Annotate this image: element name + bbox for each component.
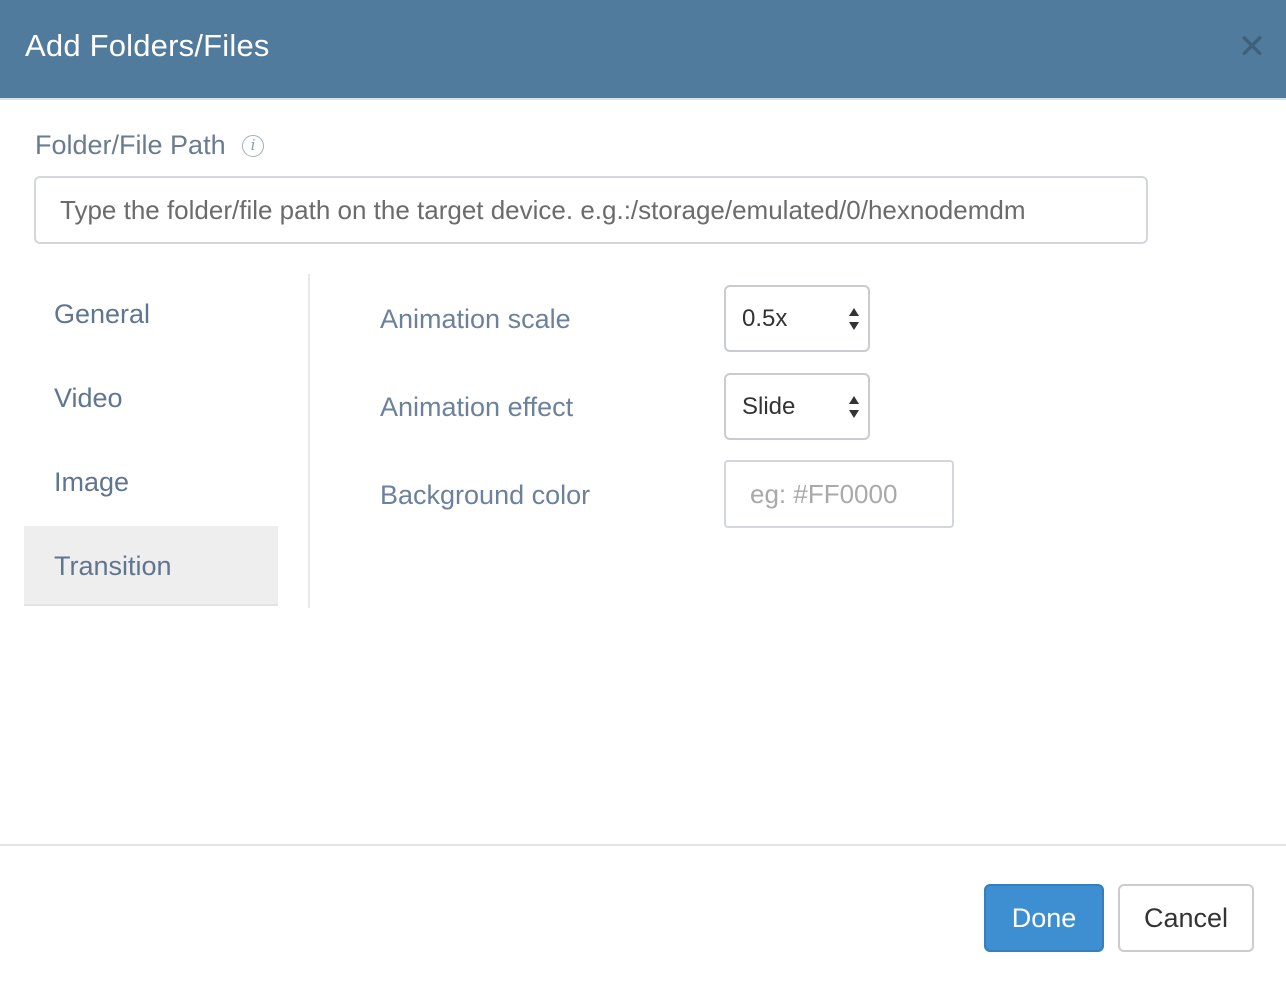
add-folders-files-dialog: Add Folders/Files ✕ Folder/File Path i G… [0, 0, 1286, 982]
cancel-button[interactable]: Cancel [1118, 884, 1254, 952]
nav-item-image[interactable]: Image [24, 442, 278, 522]
background-color-label: Background color [380, 480, 591, 510]
animation-scale-value: 0.5x [742, 305, 788, 332]
select-arrows-icon [849, 308, 859, 330]
folder-file-path-input[interactable] [34, 176, 1148, 244]
footer-divider [0, 844, 1286, 846]
dialog-title: Add Folders/Files [25, 28, 270, 63]
nav-divider [308, 274, 310, 608]
animation-effect-select[interactable]: Slide [724, 373, 870, 440]
select-arrows-icon [849, 396, 859, 418]
close-icon[interactable]: ✕ [1236, 30, 1268, 64]
nav-item-transition[interactable]: Transition [24, 526, 278, 606]
dialog-header: Add Folders/Files ✕ [0, 0, 1286, 100]
animation-scale-label: Animation scale [380, 304, 571, 334]
nav-item-general[interactable]: General [24, 274, 278, 354]
animation-effect-label: Animation effect [380, 392, 574, 422]
animation-effect-value: Slide [742, 393, 796, 420]
info-icon[interactable]: i [242, 135, 264, 157]
nav-item-video[interactable]: Video [24, 358, 278, 438]
done-button[interactable]: Done [984, 884, 1104, 952]
background-color-input[interactable] [724, 460, 954, 528]
folder-file-path-label: Folder/File Path [35, 130, 226, 160]
animation-scale-select[interactable]: 0.5x [724, 285, 870, 352]
